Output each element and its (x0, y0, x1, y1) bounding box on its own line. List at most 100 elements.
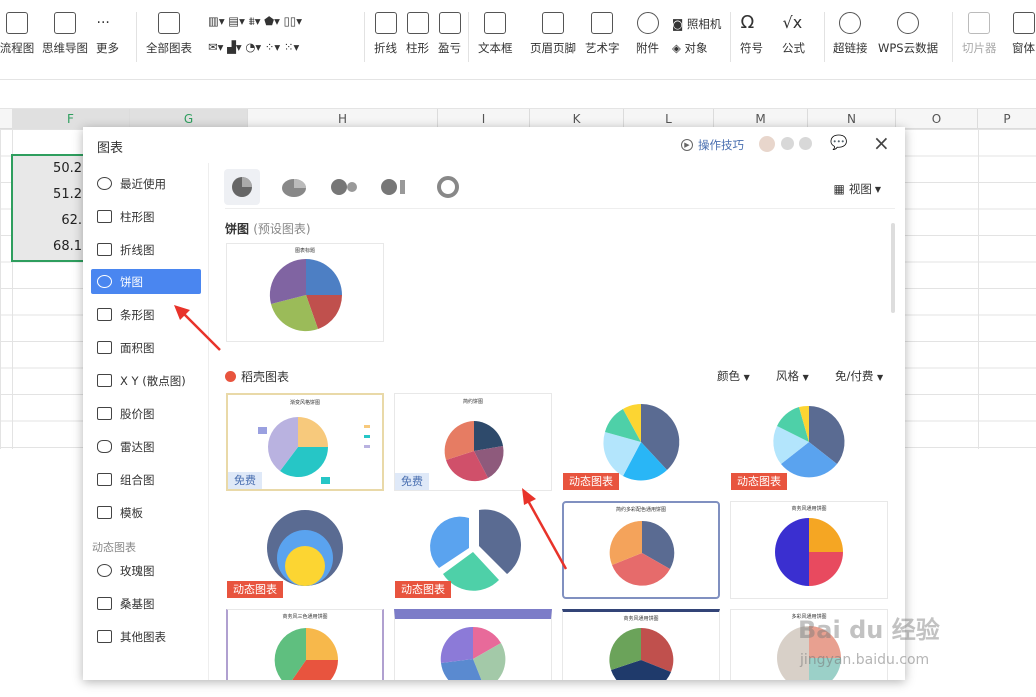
more-button[interactable]: ··· 更多 (96, 12, 119, 56)
template-card-7[interactable]: 简约多彩配色通用饼图 (562, 501, 720, 599)
daoke-section-title: 稻壳图表 (225, 368, 289, 385)
red-arrow-annotation (522, 488, 568, 570)
filter-price[interactable]: 免/付费 ▼ (835, 368, 883, 384)
wordart-button[interactable]: 艺术字 (585, 12, 620, 56)
mindmap-icon (54, 12, 76, 34)
sidebar-item-pie[interactable]: 饼图 (91, 269, 201, 294)
sparkline-winloss-button[interactable]: 盈亏 (438, 12, 461, 56)
template-card-9[interactable]: 商务风三色通用饼图 (226, 609, 384, 680)
filter-style[interactable]: 风格 ▼ (776, 368, 809, 384)
template-title: 商务风三色通用饼图 (282, 614, 328, 620)
doughnut-icon (437, 176, 459, 198)
red-arrow-annotation (174, 305, 221, 351)
symbol-button[interactable]: Ω 符号 (740, 12, 763, 56)
subtype-bar-of-pie-tab[interactable] (376, 169, 412, 205)
object-button[interactable]: ◈ 对象 (672, 40, 708, 56)
tips-link[interactable]: ▶ 操作技巧 (681, 137, 744, 153)
column-header-k[interactable]: K (530, 109, 624, 129)
formula-button[interactable]: √x 公式 (782, 12, 805, 56)
sidebar-item-sankey[interactable]: 桑基图 (91, 591, 201, 616)
template-card-1[interactable]: 渐变风格饼图 免费 (226, 393, 384, 491)
attachment-button[interactable]: 附件 (636, 12, 659, 56)
template-card-5[interactable]: 动态图表 (226, 501, 384, 599)
bar-chart-icon (158, 12, 180, 34)
free-badge: 免费 (228, 472, 262, 489)
wordart-icon (591, 12, 614, 34)
column-header-p[interactable]: P (978, 109, 1036, 129)
flowchart-button[interactable]: 流程图 (0, 12, 34, 56)
template-card-3[interactable]: 动态图表 (562, 393, 720, 491)
chart-types-row-2[interactable]: ✉▾ ▟▾ ◔▾ ⁘▾ ⁙▾ (208, 40, 299, 54)
template-card-11[interactable]: 商务风通用饼图 (562, 609, 720, 680)
sidebar-item-radar[interactable]: 雷达图 (91, 434, 201, 459)
feedback-icon[interactable]: 💬 (830, 135, 847, 151)
close-icon[interactable]: × (873, 131, 890, 155)
slicer-button[interactable]: 切片器 (962, 12, 997, 56)
subtype-pie-tab[interactable] (224, 169, 260, 205)
template-card-10[interactable]: 商务风通用饼图 (394, 609, 552, 680)
toolbar-divider (364, 12, 365, 62)
sidebar-item-recent[interactable]: 最近使用 (91, 171, 201, 196)
dynamic-badge: 动态图表 (731, 473, 787, 490)
other-chart-icon (97, 630, 112, 643)
template-card-8[interactable]: 商务风通用饼图 (730, 501, 888, 599)
page-icon (542, 12, 564, 34)
pie-3d-icon (282, 179, 306, 197)
column-header-f[interactable]: F (12, 109, 130, 129)
pie-chart-icon (97, 275, 112, 288)
preset-card-title: 图表标题 (294, 248, 315, 254)
camera-button[interactable]: ◙ 照相机 (672, 16, 721, 32)
hyperlink-button[interactable]: 超链接 (833, 12, 868, 56)
textbox-button[interactable]: 文本框 (478, 12, 513, 56)
ribbon-toolbar: 流程图 思维导图 ··· 更多 全部图表 ▥▾ ▤▾ ⩩▾ ⬟▾ ▯▯▾ ✉▾ ▟… (0, 0, 1036, 80)
filter-color[interactable]: 颜色 ▼ (717, 368, 750, 384)
view-toggle[interactable]: ▦ 视图 ▼ (834, 181, 882, 197)
column-header-row: F G H I K L M N O P (0, 109, 1036, 129)
column-header-i[interactable]: I (438, 109, 530, 129)
slicer-icon (968, 12, 991, 34)
column-header-h[interactable]: H (248, 109, 438, 129)
sidebar-item-template[interactable]: 模板 (91, 500, 201, 525)
sidebar-item-rose[interactable]: 玫瑰图 (91, 558, 201, 583)
sparkline-bar-button[interactable]: 柱形 (406, 12, 429, 56)
all-charts-button[interactable]: 全部图表 (146, 12, 192, 56)
divider (225, 208, 895, 209)
column-header-m[interactable]: M (714, 109, 808, 129)
pie-thumbnail (609, 520, 675, 586)
sidebar-item-stock[interactable]: 股价图 (91, 401, 201, 426)
sidebar-item-other[interactable]: 其他图表 (91, 624, 201, 649)
toolbar-divider (952, 12, 953, 62)
header-footer-button[interactable]: 页眉页脚 (530, 12, 576, 56)
sidebar-item-scatter[interactable]: X Y (散点图) (91, 368, 201, 393)
chart-types-row-1[interactable]: ▥▾ ▤▾ ⩩▾ ⬟▾ ▯▯▾ (208, 14, 302, 29)
selection-range (11, 154, 87, 262)
column-header-o[interactable]: O (896, 109, 978, 129)
dynamic-badge: 动态图表 (395, 581, 451, 598)
preset-pie-card[interactable]: 图表标题 (226, 243, 384, 342)
column-header-n[interactable]: N (808, 109, 896, 129)
chevron-down-icon: ▼ (802, 373, 809, 382)
sidebar-item-column[interactable]: 柱形图 (91, 204, 201, 229)
sidebar-item-combo[interactable]: 组合图 (91, 467, 201, 492)
subtype-3d-pie-tab[interactable] (276, 169, 312, 205)
wps-cloud-button[interactable]: WPS云数据 (878, 12, 938, 56)
form-button[interactable]: 窗体 (1012, 12, 1035, 56)
chevron-down-icon: ▼ (874, 184, 881, 194)
template-card-4[interactable]: 动态图表 (730, 393, 888, 491)
template-card-2[interactable]: 简约饼图 免费 (394, 393, 552, 491)
sidebar-item-line[interactable]: 折线图 (91, 237, 201, 262)
play-icon: ▶ (681, 139, 693, 151)
formula-icon: √x (782, 13, 803, 32)
mindmap-button[interactable]: 思维导图 (42, 12, 88, 56)
template-title: 商务风通用饼图 (455, 612, 491, 618)
scrollbar-thumb[interactable] (891, 223, 895, 313)
subtype-pie-of-pie-tab[interactable] (326, 169, 362, 205)
avatar[interactable] (759, 136, 775, 152)
sparkline-line-button[interactable]: 折线 (374, 12, 397, 56)
column-header-l[interactable]: L (624, 109, 714, 129)
chart-dialog: 图表 ▶ 操作技巧 💬 × 最近使用 柱形图 折线图 饼图 条形图 面积图 X Y… (83, 127, 905, 680)
formula-bar (0, 80, 1036, 109)
column-header-g[interactable]: G (130, 109, 248, 129)
subtype-doughnut-tab[interactable] (430, 169, 466, 205)
column-sparkline-icon (406, 12, 429, 34)
